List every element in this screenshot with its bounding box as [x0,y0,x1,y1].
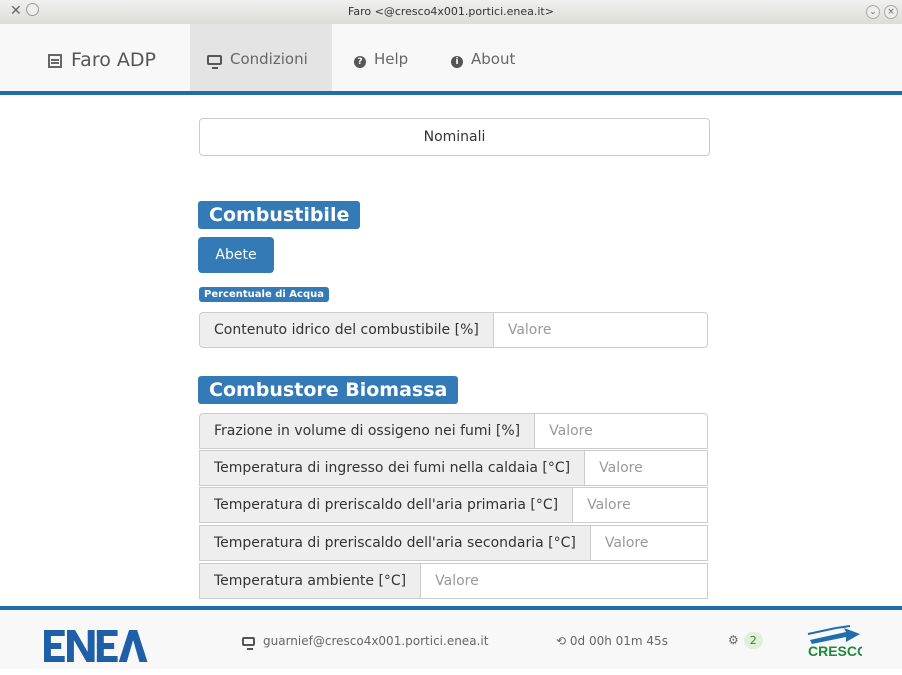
roll-window-icon[interactable]: ⌄ [866,5,880,19]
field-label: Temperatura di preriscaldo dell'aria pri… [199,487,573,523]
section-title-combustore: Combustore Biomassa [198,376,459,404]
water-content-input[interactable]: Valore [492,312,708,348]
field-label: Temperatura ambiente [°C] [199,563,421,599]
window-controls-right: ⌄ × [862,4,898,19]
calculator-icon [48,54,62,68]
nav-condizioni-label: Condizioni [230,50,308,68]
tasks-icon: ⚙ [728,633,739,647]
primary-air-temp-input[interactable]: Valore [572,487,708,523]
jobs-badge: 2 [743,632,763,649]
enea-logo-graphic [44,630,148,662]
info-circle-icon: i [451,56,463,68]
nav-condizioni[interactable]: Condizioni [190,24,332,91]
field-label: Temperatura di ingresso dei fumi nella c… [199,450,585,486]
question-circle-icon: ? [354,56,366,68]
ambient-temp-input[interactable]: Valore [420,563,708,599]
nav-help[interactable]: ? Help [354,24,408,91]
cresco-logo-text: CRESCO [808,643,862,659]
fuel-type-button[interactable]: Abete [198,237,274,273]
footer-jobs[interactable]: ⚙ 2 [728,632,763,649]
brand-label: Faro ADP [71,49,156,71]
top-navbar: Faro ADP Condizioni ? Help i About [0,24,902,95]
input-group-contenuto-idrico: Contenuto idrico del combustibile [%] Va… [199,312,708,348]
flue-inlet-temp-input[interactable]: Valore [584,450,708,486]
monitor-icon [242,637,255,650]
mode-selector[interactable]: Nominali [199,118,710,156]
field-label: Contenuto idrico del combustibile [%] [199,312,493,348]
monitor-icon [207,55,222,69]
history-icon: ⟲ [556,634,567,648]
user-host: guarnief@cresco4x001.portici.enea.it [263,634,489,648]
window-title: Faro <@cresco4x001.portici.enea.it> [348,5,554,18]
cresco-logo: CRESCO [807,625,862,659]
window-titlebar: ✕ Faro <@cresco4x001.portici.enea.it> ⌄ × [0,0,902,25]
footer-user: guarnief@cresco4x001.portici.enea.it [242,634,489,650]
secondary-air-temp-input[interactable]: Valore [589,525,708,561]
input-group-temp-ingresso-fumi: Temperatura di ingresso dei fumi nella c… [199,450,708,486]
nav-help-label: Help [374,50,409,68]
close-x-icon[interactable]: × [884,5,898,19]
brand[interactable]: Faro ADP [48,49,156,71]
footer-timer: ⟲ 0d 00h 01m 45s [556,634,668,648]
nav-about-label: About [471,50,516,68]
footer: guarnief@cresco4x001.portici.enea.it ⟲ 0… [0,606,902,669]
input-group-temp-aria-secondaria: Temperatura di preriscaldo dell'aria sec… [199,525,708,561]
input-group-temp-aria-primaria: Temperatura di preriscaldo dell'aria pri… [199,487,708,523]
field-label: Temperatura di preriscaldo dell'aria sec… [199,525,590,561]
oxygen-fraction-input[interactable]: Valore [534,413,708,449]
nav-about[interactable]: i About [451,24,515,91]
input-group-ossigeno: Frazione in volume di ossigeno nei fumi … [199,413,708,449]
elapsed-time: 0d 00h 01m 45s [569,634,668,648]
section-title-combustibile: Combustibile [198,201,361,229]
enea-logo [44,626,148,675]
field-label: Frazione in volume di ossigeno nei fumi … [199,413,535,449]
input-group-temp-ambiente: Temperatura ambiente [°C] Valore [199,563,708,599]
water-percentage-label: Percentuale di Acqua [199,287,329,302]
